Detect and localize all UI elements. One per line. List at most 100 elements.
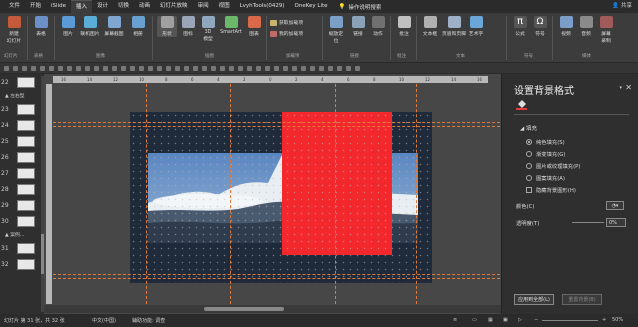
slide-thumbnail[interactable]: 31 <box>0 242 44 258</box>
comment-button[interactable]: 批注 <box>394 16 414 37</box>
guide-line[interactable] <box>230 84 231 304</box>
textbox-button[interactable]: 文本框 <box>420 16 440 37</box>
thumbnail-image[interactable] <box>17 136 35 147</box>
zoom-in-button[interactable]: + <box>602 317 606 323</box>
slide-thumbnail[interactable]: 29 <box>0 199 44 215</box>
toolbar-icon[interactable] <box>13 66 18 71</box>
slide-thumbnail[interactable]: 25 <box>0 135 44 151</box>
toolbar-icon[interactable] <box>283 66 288 71</box>
toolbar-icon[interactable] <box>310 66 315 71</box>
thumbnail-image[interactable] <box>17 168 35 179</box>
normal-view-icon[interactable]: ▭ <box>472 317 477 323</box>
my-addins-button[interactable]: 我的加载项 <box>270 30 303 37</box>
canvas-horizontal-scrollbar[interactable] <box>44 305 501 313</box>
thumbnail-image[interactable] <box>17 77 35 88</box>
online-picture-button[interactable]: 联机图片 <box>80 16 100 37</box>
slide-thumbnail[interactable]: 30 <box>0 215 44 231</box>
wordart-button[interactable]: 艺术字 <box>466 16 486 37</box>
shapes-button[interactable]: 形状 <box>157 16 177 37</box>
tab-0[interactable]: 文件 <box>4 0 25 13</box>
tab-11[interactable]: OneKey Lite <box>290 0 333 13</box>
toolbar-icon[interactable] <box>346 66 351 71</box>
toolbar-icon[interactable] <box>337 66 342 71</box>
toolbar-icon[interactable] <box>220 66 225 71</box>
toolbar-icon[interactable] <box>175 66 180 71</box>
tab-6[interactable]: 动画 <box>134 0 155 13</box>
slide-thumbnail[interactable]: 24 <box>0 119 44 135</box>
symbol-button[interactable]: Ω 符号 <box>530 16 550 37</box>
picture-fill-option[interactable]: 图片或纹理填充(P) <box>526 162 580 170</box>
slide-thumbnail[interactable]: 27 <box>0 167 44 183</box>
get-addins-button[interactable]: 获取加载项 <box>270 19 303 26</box>
toolbar-icon[interactable] <box>202 66 207 71</box>
fill-section-header[interactable]: ◢ 填充 <box>520 124 537 132</box>
radio[interactable] <box>526 151 532 157</box>
pattern-fill-option[interactable]: 图案填充(A) <box>526 174 565 182</box>
zoom-slider[interactable] <box>542 320 598 321</box>
toolbar-icon[interactable] <box>85 66 90 71</box>
toolbar-icon[interactable] <box>274 66 279 71</box>
radio-selected[interactable] <box>526 139 532 145</box>
slide-thumbnail[interactable]: 23 <box>0 103 44 119</box>
toolbar-icon[interactable] <box>76 66 81 71</box>
reset-background-button[interactable]: 重置背景(B) <box>562 294 602 305</box>
model3d-button[interactable]: 3D 模型 <box>198 16 218 42</box>
hide-background-graphics[interactable]: 隐藏背景图形(H) <box>526 186 576 194</box>
transparency-input[interactable]: 0% <box>606 218 626 227</box>
toolbar-icon[interactable] <box>31 66 36 71</box>
slide-sorter-icon[interactable]: ▦ <box>488 317 493 323</box>
toolbar-icon[interactable] <box>67 66 72 71</box>
thumbnail-image[interactable] <box>17 184 35 195</box>
tab-3[interactable]: 插入 <box>70 0 92 13</box>
toolbar-icon[interactable] <box>121 66 126 71</box>
thumbnail-image[interactable] <box>17 259 35 270</box>
fill-bucket-icon[interactable] <box>516 100 527 110</box>
thumbnail-image[interactable] <box>17 104 35 115</box>
thumbnail-image[interactable] <box>17 120 35 131</box>
tell-me-search[interactable]: 💡 操作说明搜索 <box>333 3 388 11</box>
toolbar-icon[interactable] <box>184 66 189 71</box>
toolbar-icon[interactable] <box>94 66 99 71</box>
share-button[interactable]: 👤 共享 <box>612 0 632 13</box>
icons-button[interactable]: 图标 <box>178 16 198 37</box>
tab-5[interactable]: 切换 <box>113 0 134 13</box>
toolbar-icon[interactable] <box>157 66 162 71</box>
new-slide-button[interactable]: 新建 幻灯片 <box>4 16 24 44</box>
toolbar-icon[interactable] <box>139 66 144 71</box>
toolbar-icon[interactable] <box>58 66 63 71</box>
toolbar-icon[interactable] <box>166 66 171 71</box>
tab-2[interactable]: iSlide <box>46 0 71 13</box>
guide-line[interactable] <box>416 84 417 304</box>
slide-thumbnail[interactable]: 28 <box>0 183 44 199</box>
chart-button[interactable]: 图表 <box>244 16 264 37</box>
thumbnail-image[interactable] <box>17 152 35 163</box>
notes-icon[interactable]: ≡ <box>453 317 457 323</box>
guide-line[interactable] <box>335 84 336 304</box>
section-header[interactable]: ▲ 案例... <box>5 231 24 238</box>
toolbar-icon[interactable] <box>49 66 54 71</box>
toolbar-icon[interactable] <box>229 66 234 71</box>
language-indicator[interactable]: 中文(中国) <box>92 317 116 324</box>
toolbar-icon[interactable] <box>148 66 153 71</box>
toolbar-icon[interactable] <box>355 66 360 71</box>
toolbar-icon[interactable] <box>130 66 135 71</box>
checkbox[interactable] <box>526 187 532 193</box>
toolbar-icon[interactable] <box>247 66 252 71</box>
guide-line[interactable] <box>53 278 500 279</box>
color-picker-button[interactable]: ◔▾ <box>606 201 624 210</box>
toolbar-icon[interactable] <box>265 66 270 71</box>
action-button[interactable]: 动作 <box>368 16 388 37</box>
toolbar-icon[interactable] <box>40 66 45 71</box>
toolbar-icon[interactable] <box>112 66 117 71</box>
header-footer-button[interactable]: 页眉和页脚 <box>442 16 466 37</box>
tab-9[interactable]: 视图 <box>214 0 235 13</box>
zoom-button[interactable]: 缩放定 位 <box>326 16 346 44</box>
tab-8[interactable]: 审阅 <box>193 0 214 13</box>
toolbar-icon[interactable] <box>193 66 198 71</box>
guide-line[interactable] <box>53 274 500 275</box>
accessibility-checker[interactable]: 辅助功能: 调查 <box>132 317 165 324</box>
slideshow-icon[interactable]: ▷ <box>518 317 522 323</box>
toolbar-icon[interactable] <box>256 66 261 71</box>
toolbar-icon[interactable] <box>211 66 216 71</box>
toolbar-icon[interactable] <box>319 66 324 71</box>
